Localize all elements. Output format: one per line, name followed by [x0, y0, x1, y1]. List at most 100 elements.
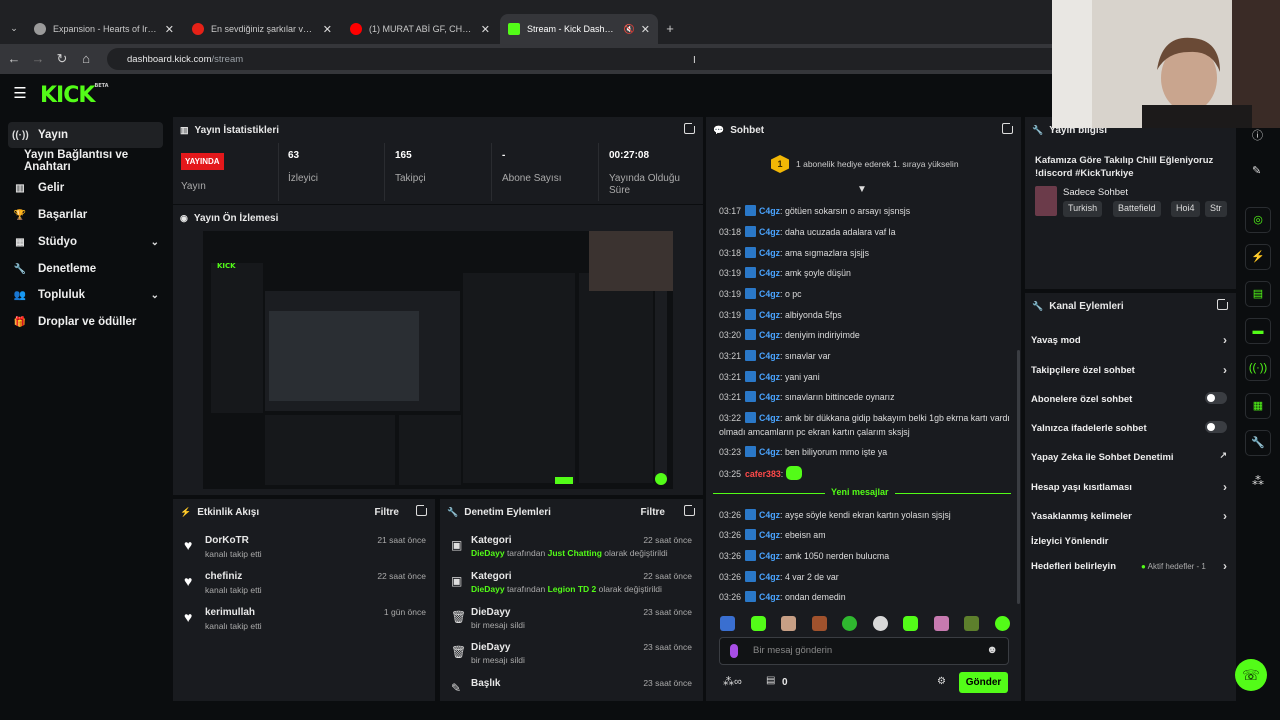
activity-user[interactable]: chefiniz: [205, 571, 242, 582]
chat-input-box[interactable]: Bir mesaj gönderin ☻: [719, 637, 1009, 665]
forward-icon[interactable]: →: [30, 51, 46, 67]
url-field[interactable]: dashboard.kick.com/stream: [107, 48, 1067, 70]
sidebar-item-droplar[interactable]: 🎁 Droplar ve ödüller: [8, 309, 163, 335]
emote-icon[interactable]: [842, 616, 858, 631]
chat-user[interactable]: C4gz: [759, 551, 780, 561]
emote-icon[interactable]: [994, 616, 1010, 631]
info-icon[interactable]: ⓘ: [1252, 127, 1263, 143]
edit-icon[interactable]: ✎: [1252, 164, 1261, 177]
close-tab-icon[interactable]: ✕: [323, 23, 332, 36]
emote-icon[interactable]: [750, 616, 766, 631]
back-icon[interactable]: ←: [6, 51, 22, 67]
chat-user[interactable]: C4gz: [759, 447, 780, 457]
chat-user[interactable]: C4gz: [759, 310, 780, 320]
emotes-only-toggle[interactable]: [1205, 421, 1227, 433]
support-button[interactable]: ☏: [1235, 659, 1267, 691]
popout-icon[interactable]: [1217, 297, 1230, 310]
rail-bolt-button[interactable]: ⚡: [1245, 244, 1271, 270]
chat-input[interactable]: Bir mesaj gönderin: [753, 645, 832, 656]
sidebar-item-denetleme[interactable]: 🔧 Denetleme: [8, 256, 163, 282]
browser-tab-1[interactable]: Expansion - Hearts of Iron IV: N ✕: [26, 14, 182, 44]
tag[interactable]: Hoi4: [1171, 201, 1200, 217]
community-icon[interactable]: ⁂∞: [723, 675, 742, 688]
tag[interactable]: Battefield: [1113, 201, 1161, 217]
category-name[interactable]: Sadece Sohbet: [1063, 187, 1128, 198]
action-slow-mode[interactable]: Yavaş mod ›: [1031, 333, 1227, 347]
home-icon[interactable]: ⌂: [78, 51, 94, 67]
close-tab-icon[interactable]: ✕: [165, 23, 174, 36]
popout-icon[interactable]: [684, 503, 697, 516]
sidebar-item-gelir[interactable]: ▥ Gelir: [8, 175, 163, 201]
chat-user[interactable]: C4gz: [759, 592, 780, 602]
gift-icon[interactable]: ▤: [766, 675, 775, 686]
chat-user[interactable]: C4gz: [759, 572, 780, 582]
emote-icon[interactable]: [903, 616, 919, 631]
emote-icon[interactable]: [872, 616, 888, 631]
settings-gear-icon[interactable]: ⚙: [937, 676, 946, 687]
action-ai-moderation[interactable]: Yapay Zeka ile Sohbet Denetimi ↗: [1031, 450, 1227, 463]
subscribers-only-toggle[interactable]: [1205, 392, 1227, 404]
emote-icon[interactable]: [720, 616, 735, 631]
chat-user[interactable]: C4gz: [759, 392, 780, 402]
action-account-age[interactable]: Hesap yaşı kısıtlaması ›: [1031, 480, 1227, 494]
browser-tab-3[interactable]: (1) MURAT ABİ GF, CHAT İLE KON ✕: [342, 14, 498, 44]
rail-chat-button[interactable]: ▬: [1245, 318, 1271, 344]
emote-icon[interactable]: [933, 616, 949, 631]
rail-wrench-button[interactable]: 🔧: [1245, 430, 1271, 456]
chat-user[interactable]: C4gz: [759, 289, 780, 299]
sidebar-item-studyo[interactable]: ▦ Stüdyo ⌄: [8, 229, 163, 255]
tab-search-chevron-icon[interactable]: ⌄: [6, 20, 22, 36]
pinned-toggle-icon[interactable]: ▼: [857, 184, 867, 195]
chat-user[interactable]: C4gz: [759, 248, 780, 258]
microphone-icon[interactable]: [730, 644, 738, 658]
community-icon[interactable]: ⁂: [1252, 474, 1264, 488]
rail-broadcast-button[interactable]: ((·)): [1245, 355, 1271, 381]
tag[interactable]: Turkish: [1063, 201, 1103, 217]
chat-user[interactable]: cafer383: [745, 469, 781, 479]
browser-tab-2[interactable]: En sevdiğiniz şarkılar ve albümle ✕: [184, 14, 340, 44]
chat-user[interactable]: C4gz: [759, 510, 780, 520]
gift-promo-text[interactable]: 1 abonelik hediye ederek 1. sıraya yükse…: [796, 159, 959, 169]
activity-user[interactable]: DorKoTR: [205, 535, 249, 546]
chat-user[interactable]: C4gz: [759, 330, 780, 340]
emoji-icon[interactable]: ☻: [986, 644, 998, 656]
browser-tab-4[interactable]: Stream - Kick Dashboard 🔇 ✕: [500, 14, 658, 44]
action-raid[interactable]: İzleyici Yönlendir: [1031, 536, 1227, 547]
chat-user[interactable]: C4gz: [759, 351, 780, 361]
chat-user[interactable]: C4gz: [759, 206, 780, 216]
send-button[interactable]: Gönder: [959, 672, 1008, 693]
reload-icon[interactable]: ↻: [54, 51, 70, 67]
stream-preview[interactable]: KICK: [203, 231, 673, 489]
action-banned-words[interactable]: Yasaklanmış kelimeler ›: [1031, 509, 1227, 523]
new-tab-icon[interactable]: +: [662, 21, 678, 37]
chat-user[interactable]: C4gz: [759, 413, 780, 423]
sidebar-item-topluluk[interactable]: 👥 Topluluk ⌄: [8, 282, 163, 308]
chat-user[interactable]: C4gz: [759, 530, 780, 540]
rail-camera-button[interactable]: ◎: [1245, 207, 1271, 233]
activity-user[interactable]: kerimullah: [205, 607, 255, 618]
mute-tab-icon[interactable]: 🔇: [624, 24, 635, 35]
rail-notes-button[interactable]: ▤: [1245, 281, 1271, 307]
emote-icon[interactable]: [781, 616, 797, 631]
popout-icon[interactable]: [416, 503, 429, 516]
action-followers-only[interactable]: Takipçilere özel sohbet ›: [1031, 363, 1227, 377]
rail-layout-button[interactable]: ▦: [1245, 393, 1271, 419]
close-tab-icon[interactable]: ✕: [641, 23, 650, 36]
menu-icon[interactable]: ☰: [12, 86, 28, 102]
kick-logo[interactable]: KICKBETA: [40, 83, 109, 108]
emote-icon[interactable]: [964, 616, 980, 631]
filter-button[interactable]: Filtre: [375, 507, 399, 518]
chat-user[interactable]: C4gz: [759, 227, 780, 237]
chat-user[interactable]: C4gz: [759, 372, 780, 382]
sidebar-item-yayin[interactable]: ((·)) Yayın: [8, 122, 163, 148]
action-goals[interactable]: Hedefleri belirleyin ● Aktif hedefler - 1…: [1031, 559, 1227, 573]
popout-icon[interactable]: [1002, 121, 1015, 134]
close-tab-icon[interactable]: ✕: [481, 23, 490, 36]
emote-icon[interactable]: [811, 616, 827, 631]
chat-scrollbar[interactable]: [1017, 350, 1020, 604]
chat-user[interactable]: C4gz: [759, 268, 780, 278]
filter-button[interactable]: Filtre: [641, 507, 665, 518]
sidebar-item-basarilar[interactable]: 🏆 Başarılar: [8, 202, 163, 228]
popout-icon[interactable]: [684, 121, 697, 134]
sidebar-item-stream-key[interactable]: Yayın Bağlantısı ve Anahtarı: [8, 148, 173, 174]
